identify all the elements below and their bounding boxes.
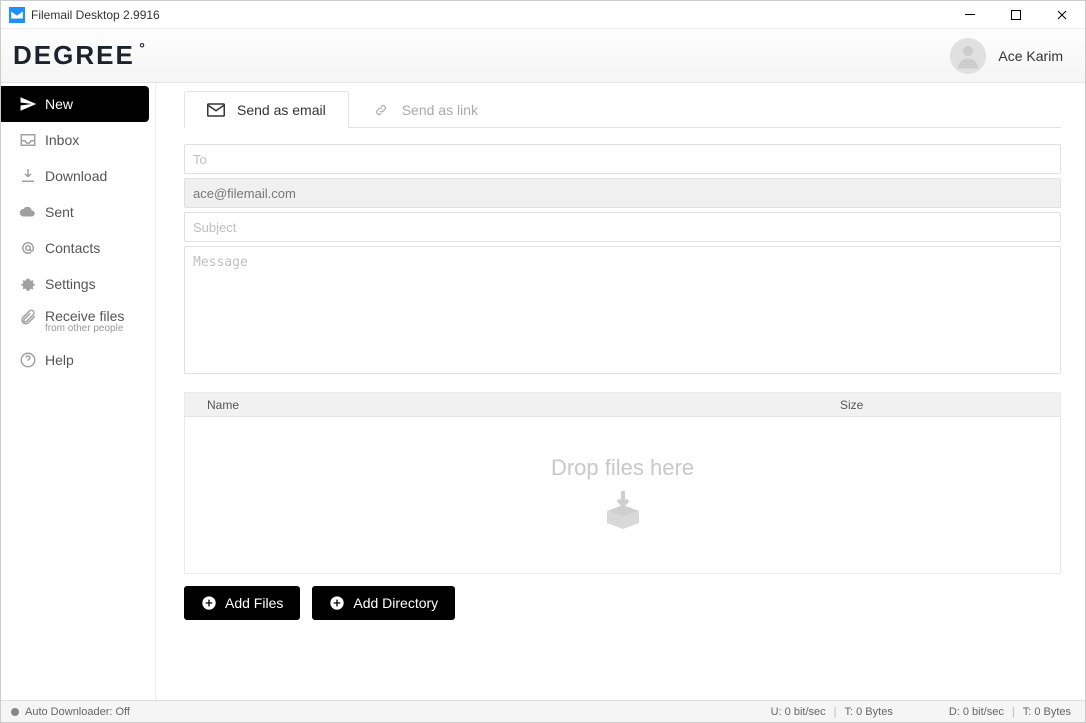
avatar[interactable] bbox=[950, 38, 986, 74]
sidebar-item-sent[interactable]: Sent bbox=[1, 194, 155, 230]
sidebar-item-new[interactable]: New bbox=[1, 86, 149, 122]
col-size: Size bbox=[840, 398, 1060, 412]
tab-send-email[interactable]: Send as email bbox=[184, 91, 349, 128]
button-label: Add Directory bbox=[353, 595, 438, 611]
cloud-icon bbox=[19, 203, 45, 221]
status-dot-icon bbox=[11, 708, 19, 716]
add-files-button[interactable]: Add Files bbox=[184, 586, 300, 620]
envelope-icon bbox=[207, 103, 225, 117]
file-table-header: Name Size bbox=[185, 393, 1060, 417]
statusbar: Auto Downloader: Off U: 0 bit/sec | T: 0… bbox=[1, 700, 1085, 722]
col-name: Name bbox=[185, 398, 840, 412]
subject-field[interactable] bbox=[184, 212, 1061, 242]
help-icon bbox=[19, 351, 45, 369]
username[interactable]: Ace Karim bbox=[998, 48, 1063, 64]
sidebar-item-contacts[interactable]: Contacts bbox=[1, 230, 155, 266]
download-rate: D: 0 bit/sec bbox=[949, 706, 1004, 718]
degree-symbol: ° bbox=[139, 40, 147, 56]
sidebar-label: Contacts bbox=[45, 240, 100, 256]
sidebar: New Inbox Download Sent Contacts bbox=[1, 83, 156, 700]
button-label: Add Files bbox=[225, 595, 283, 611]
sidebar-item-settings[interactable]: Settings bbox=[1, 266, 155, 302]
gear-icon bbox=[19, 275, 45, 293]
header: DEGREE ° Ace Karim bbox=[1, 29, 1085, 83]
button-row: Add Files Add Directory bbox=[184, 586, 1061, 620]
plus-circle-icon bbox=[329, 595, 345, 611]
sidebar-item-help[interactable]: Help bbox=[1, 342, 155, 378]
sidebar-label: Download bbox=[45, 168, 107, 184]
logo: DEGREE ° bbox=[13, 40, 135, 71]
send-mode-tabs: Send as email Send as link bbox=[184, 91, 1061, 128]
app-icon bbox=[9, 7, 25, 23]
upload-total: T: 0 Bytes bbox=[845, 706, 893, 718]
separator: | bbox=[1012, 706, 1015, 718]
to-field[interactable] bbox=[184, 144, 1061, 174]
sidebar-label: Receive files bbox=[45, 308, 124, 324]
sidebar-sublabel: from other people bbox=[45, 324, 124, 334]
close-button[interactable] bbox=[1039, 1, 1085, 29]
minimize-button[interactable] bbox=[947, 1, 993, 29]
sidebar-label: Settings bbox=[45, 276, 96, 292]
download-total: T: 0 Bytes bbox=[1023, 706, 1071, 718]
tab-send-link[interactable]: Send as link bbox=[349, 91, 501, 128]
sidebar-item-inbox[interactable]: Inbox bbox=[1, 122, 155, 158]
tab-label: Send as email bbox=[237, 102, 326, 118]
download-icon bbox=[19, 167, 45, 185]
paperclip-icon bbox=[19, 308, 45, 326]
tab-label: Send as link bbox=[402, 102, 478, 118]
logo-text: DEGREE bbox=[13, 40, 135, 70]
paper-plane-icon bbox=[19, 95, 45, 113]
titlebar: Filemail Desktop 2.9916 bbox=[1, 1, 1085, 29]
sidebar-label: Help bbox=[45, 352, 74, 368]
window-title: Filemail Desktop 2.9916 bbox=[31, 8, 160, 22]
box-arrow-icon bbox=[599, 487, 647, 535]
content: Send as email Send as link Name Size Dro… bbox=[156, 83, 1085, 700]
sidebar-label: Inbox bbox=[45, 132, 79, 148]
file-drop-body[interactable]: Drop files here bbox=[185, 417, 1060, 573]
maximize-button[interactable] bbox=[993, 1, 1039, 29]
message-field[interactable] bbox=[184, 246, 1061, 374]
sidebar-item-receive[interactable]: Receive files from other people bbox=[1, 302, 155, 342]
file-drop-zone[interactable]: Name Size Drop files here bbox=[184, 392, 1061, 574]
at-icon bbox=[19, 239, 45, 257]
plus-circle-icon bbox=[201, 595, 217, 611]
upload-rate: U: 0 bit/sec bbox=[771, 706, 826, 718]
main: New Inbox Download Sent Contacts bbox=[1, 83, 1085, 700]
sidebar-label: Sent bbox=[45, 204, 74, 220]
sidebar-label: New bbox=[45, 96, 73, 112]
from-field[interactable] bbox=[184, 178, 1061, 208]
sidebar-item-download[interactable]: Download bbox=[1, 158, 155, 194]
separator: | bbox=[834, 706, 837, 718]
inbox-icon bbox=[19, 131, 45, 149]
auto-downloader-status: Auto Downloader: Off bbox=[25, 706, 130, 718]
drop-text: Drop files here bbox=[551, 455, 694, 481]
link-icon bbox=[372, 103, 390, 117]
add-directory-button[interactable]: Add Directory bbox=[312, 586, 455, 620]
